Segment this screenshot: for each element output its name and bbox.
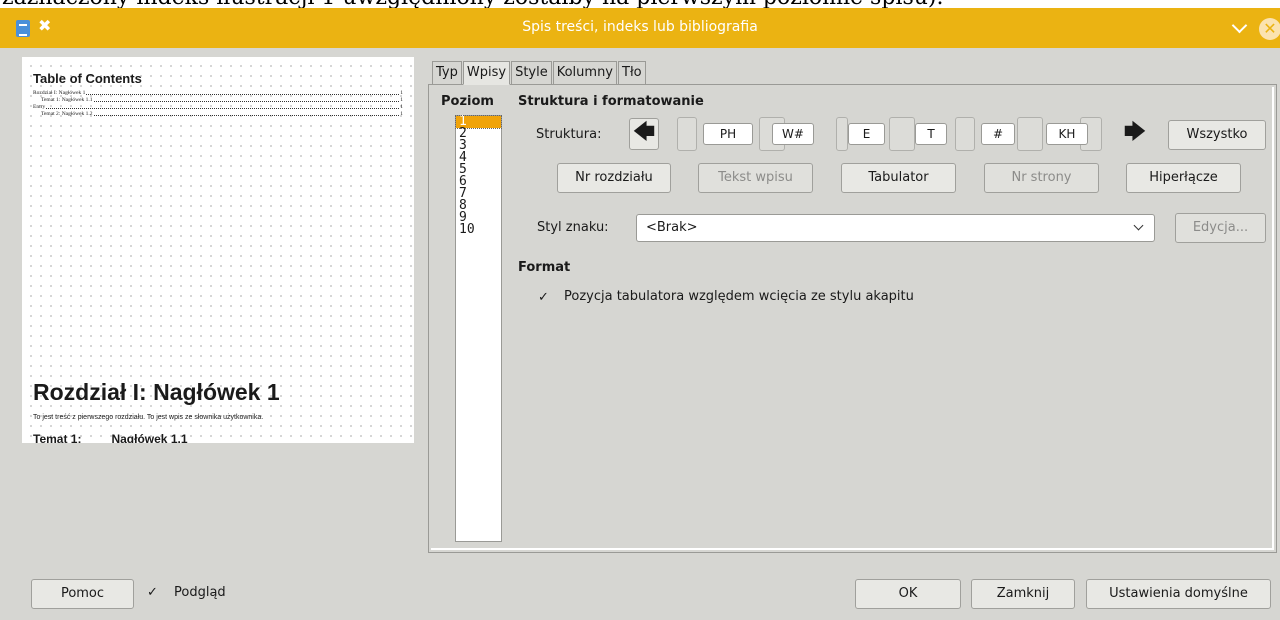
structure-gap[interactable] bbox=[836, 117, 848, 151]
preview-entry-page: 1 bbox=[400, 104, 403, 110]
arrow-right-icon: 🡆 bbox=[1123, 120, 1147, 145]
preview-entry-page: 1 bbox=[400, 90, 403, 96]
structure-gap[interactable] bbox=[889, 117, 915, 151]
preview-entry-text: Entry bbox=[33, 104, 46, 110]
reset-defaults-button[interactable]: Ustawienia domyślne bbox=[1086, 579, 1271, 609]
dialog-title: Spis treści, indeks lub bibliografia bbox=[522, 19, 758, 35]
structure-token-area: PH W# E T # KH bbox=[677, 117, 1105, 151]
preview-body-text: To jest treść z pierwszego rozdziału. To… bbox=[33, 414, 264, 421]
token-page-number[interactable]: # bbox=[981, 123, 1015, 145]
close-icon[interactable]: ✕ bbox=[1259, 18, 1280, 40]
preview-toc-entry: Temat 2: Nagłówek 1.2 1 bbox=[33, 111, 403, 117]
hyperlink-button[interactable]: Hiperłącze bbox=[1126, 163, 1241, 193]
preview-toc-title: Table of Contents bbox=[33, 71, 142, 86]
tab-stop-button[interactable]: Tabulator bbox=[841, 163, 956, 193]
token-chapter-number[interactable]: PH bbox=[703, 123, 753, 145]
tab-kolumny[interactable]: Kolumny bbox=[552, 61, 617, 85]
tab-style[interactable]: Style bbox=[511, 61, 552, 85]
char-style-select[interactable]: <Brak> bbox=[636, 214, 1155, 242]
preview-subheading: Temat 1: Nagłówek 1.1 bbox=[33, 432, 188, 443]
structure-gap[interactable] bbox=[677, 117, 697, 151]
help-button[interactable]: Pomoc bbox=[31, 579, 134, 609]
structure-section-title: Struktura i formatowanie bbox=[518, 94, 704, 109]
index-preview: Table of Contents Rozdział I: Nagłówek 1… bbox=[22, 57, 414, 443]
format-section-title: Format bbox=[518, 260, 571, 275]
preview-checkbox[interactable]: ✓ bbox=[147, 585, 158, 600]
token-hyperlink-end[interactable]: KH bbox=[1046, 123, 1088, 145]
close-button[interactable]: Zamknij bbox=[971, 579, 1075, 609]
page-number-button[interactable]: Nr strony bbox=[984, 163, 1099, 193]
tab-position-label: Pozycja tabulatora względem wcięcia ze s… bbox=[564, 289, 914, 304]
chevron-down-icon bbox=[1133, 220, 1144, 231]
preview-toc-entry: Entry 1 bbox=[33, 104, 403, 110]
preview-toc-entry: Temat 1: Nagłówek 1.1 1 bbox=[33, 97, 403, 103]
chapter-number-button[interactable]: Nr rozdziału bbox=[557, 163, 671, 193]
scroll-left-button[interactable]: 🡄 bbox=[629, 118, 659, 150]
structure-gap[interactable] bbox=[955, 117, 975, 151]
preview-entry-text: Temat 1: Nagłówek 1.1 bbox=[41, 97, 93, 103]
preview-toc-entry: Rozdział I: Nagłówek 1 1 bbox=[33, 90, 403, 96]
level-label: Poziom bbox=[441, 94, 494, 109]
preview-checkbox-label: Podgląd bbox=[174, 585, 226, 600]
entry-text-button[interactable]: Tekst wpisu bbox=[698, 163, 813, 193]
arrow-left-icon: 🡄 bbox=[632, 120, 656, 145]
token-tab-stop[interactable]: T bbox=[915, 123, 947, 145]
dialog-titlebar: ✖ Spis treści, indeks lub bibliografia ✕ bbox=[0, 8, 1280, 48]
ok-button[interactable]: OK bbox=[855, 579, 961, 609]
structure-label: Struktura: bbox=[536, 127, 602, 142]
background-document-text: zaznaczony indeks ilustracji 1 uwzględni… bbox=[0, 0, 1280, 8]
tab-panel-wpisy bbox=[428, 84, 1277, 553]
tab-position-checkbox[interactable]: ✓ bbox=[538, 290, 549, 305]
tab-typ[interactable]: Typ bbox=[432, 61, 462, 85]
preview-subheading-text: Nagłówek 1.1 bbox=[111, 432, 188, 443]
level-list[interactable]: 1 2 3 4 5 6 7 8 9 10 bbox=[455, 115, 502, 542]
structure-gap[interactable] bbox=[1017, 117, 1043, 151]
tab-wpisy[interactable]: Wpisy bbox=[462, 61, 511, 85]
char-style-value: <Brak> bbox=[646, 220, 698, 235]
tab-bar: Typ Wpisy Style Kolumny Tło bbox=[432, 61, 647, 85]
token-entry-number[interactable]: W# bbox=[772, 123, 814, 145]
preview-heading: Rozdział I: Nagłówek 1 bbox=[33, 379, 280, 405]
preview-subheading-number: Temat 1: bbox=[33, 432, 82, 443]
tab-tlo[interactable]: Tło bbox=[618, 61, 646, 85]
all-button[interactable]: Wszystko bbox=[1168, 120, 1266, 150]
scroll-right-button[interactable]: 🡆 bbox=[1120, 118, 1150, 150]
level-item[interactable]: 10 bbox=[456, 223, 501, 236]
token-entry-text[interactable]: E bbox=[848, 123, 885, 145]
edit-char-style-button[interactable]: Edycja... bbox=[1175, 213, 1266, 243]
preview-entry-text: Temat 2: Nagłówek 1.2 bbox=[41, 111, 93, 117]
preview-entry-page: 1 bbox=[400, 97, 403, 103]
preview-entry-text: Rozdział I: Nagłówek 1 bbox=[33, 90, 86, 96]
char-style-label: Styl znaku: bbox=[537, 220, 609, 235]
preview-entry-page: 1 bbox=[400, 111, 403, 117]
